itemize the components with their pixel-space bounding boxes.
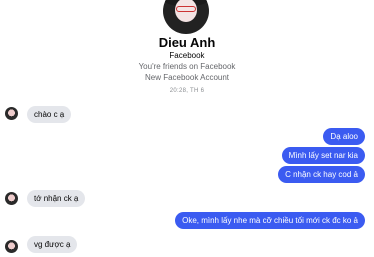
avatar-glasses xyxy=(176,6,196,12)
message-bubble-outgoing[interactable]: Oke, mình lấy nhe mà cỡ chiều tối mới ck… xyxy=(175,212,365,229)
message-bubble-outgoing[interactable]: C nhận ck hay cod ả xyxy=(278,166,365,183)
sender-avatar[interactable] xyxy=(5,192,18,205)
message-bubble-incoming[interactable]: chào c ạ xyxy=(27,106,72,123)
profile-avatar[interactable] xyxy=(163,0,209,34)
contact-source: Facebook xyxy=(169,51,205,60)
account-note: New Facebook Account xyxy=(144,73,230,82)
message-bubble-incoming[interactable]: vg được ạ xyxy=(27,236,78,253)
message-bubble-outgoing[interactable]: Dạ aloo xyxy=(323,128,365,145)
contact-name[interactable]: Dieu Anh xyxy=(0,35,374,50)
friends-note: You're friends on Facebook xyxy=(138,62,236,71)
sender-avatar[interactable] xyxy=(5,240,18,253)
message-timestamp: 20:28, TH 6 xyxy=(169,88,205,94)
message-bubble-outgoing[interactable]: Mình lấy set nar kia xyxy=(281,147,365,164)
message-bubble-incoming[interactable]: tớ nhận ck ạ xyxy=(27,190,86,207)
sender-avatar[interactable] xyxy=(5,107,18,120)
